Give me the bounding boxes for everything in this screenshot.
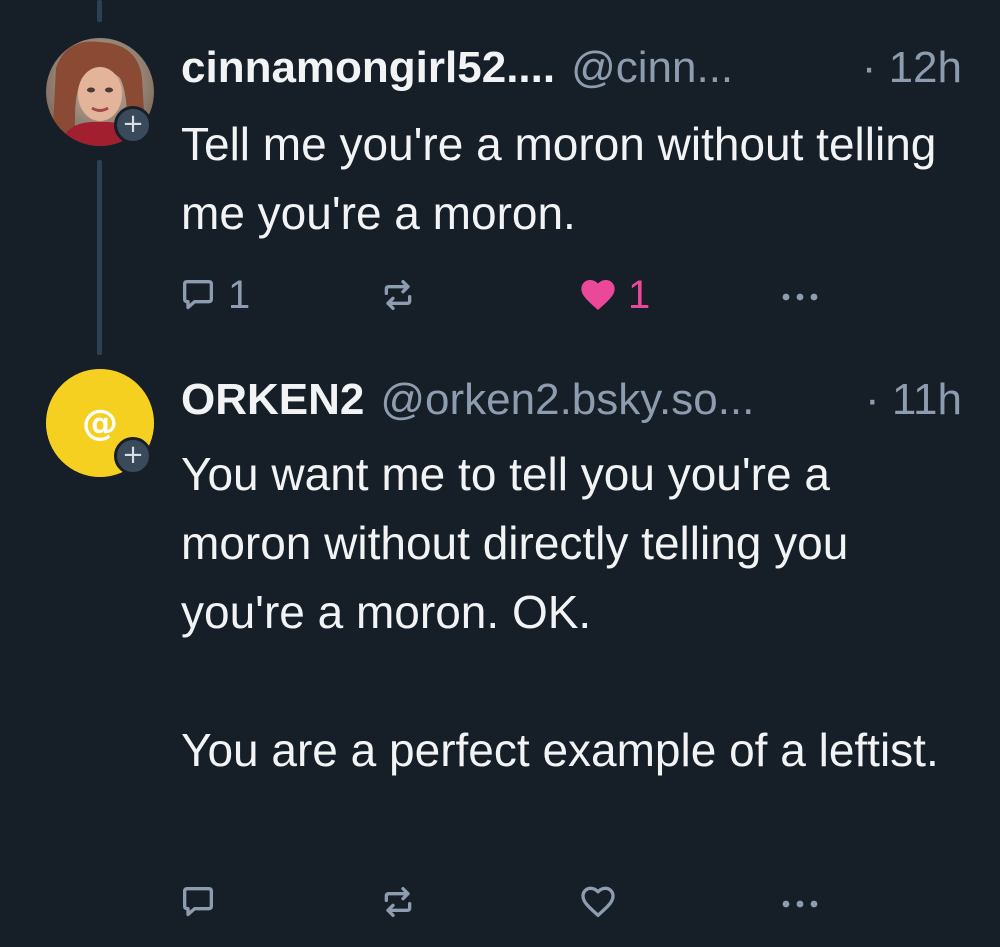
reply-icon [183, 280, 213, 310]
post-actions: 1 1 [178, 270, 838, 320]
handle[interactable]: @orken2.bsky.so... [380, 375, 855, 425]
post-item[interactable]: + cinnamongirl52.... @cinn... · 12h Tell… [0, 0, 1000, 360]
more-options-button[interactable] [776, 877, 824, 927]
like-button[interactable] [578, 877, 618, 927]
post-actions [178, 877, 838, 927]
post-text: You want me to tell you you're a moron w… [181, 448, 939, 776]
reply-button[interactable]: 1 [178, 270, 250, 320]
avatar[interactable]: @ + [46, 369, 154, 477]
reply-count: 1 [228, 272, 251, 317]
like-button[interactable]: 1 [578, 270, 650, 320]
like-icon [581, 886, 615, 917]
avatar-glyph: @ [82, 403, 118, 444]
like-count: 1 [628, 272, 651, 317]
post-header: ORKEN2 @orken2.bsky.so... · 11h [181, 368, 962, 432]
post-item[interactable]: @ + ORKEN2 @orken2.bsky.so... · 11h You … [0, 360, 1000, 947]
timestamp[interactable]: · 11h [865, 375, 962, 425]
avatar[interactable]: + [46, 38, 154, 146]
repost-button[interactable] [378, 877, 418, 927]
more-icon [782, 900, 818, 908]
follow-badge-button[interactable]: + [114, 106, 152, 144]
like-icon [581, 280, 615, 310]
repost-button[interactable] [378, 270, 418, 320]
follow-badge-button[interactable]: + [114, 437, 152, 475]
more-options-button[interactable] [776, 270, 824, 320]
repost-icon [384, 280, 412, 310]
post-text: Tell me you're a moron without telling m… [181, 118, 950, 239]
more-icon [782, 293, 818, 301]
display-name[interactable]: ORKEN2 [181, 375, 364, 425]
repost-icon [384, 887, 412, 917]
display-name[interactable]: cinnamongirl52.... [181, 43, 555, 93]
handle[interactable]: @cinn... [571, 43, 852, 93]
timestamp[interactable]: · 12h [862, 43, 962, 93]
reply-button[interactable] [178, 877, 218, 927]
post-header: cinnamongirl52.... @cinn... · 12h [181, 36, 962, 100]
reply-icon [183, 887, 213, 917]
